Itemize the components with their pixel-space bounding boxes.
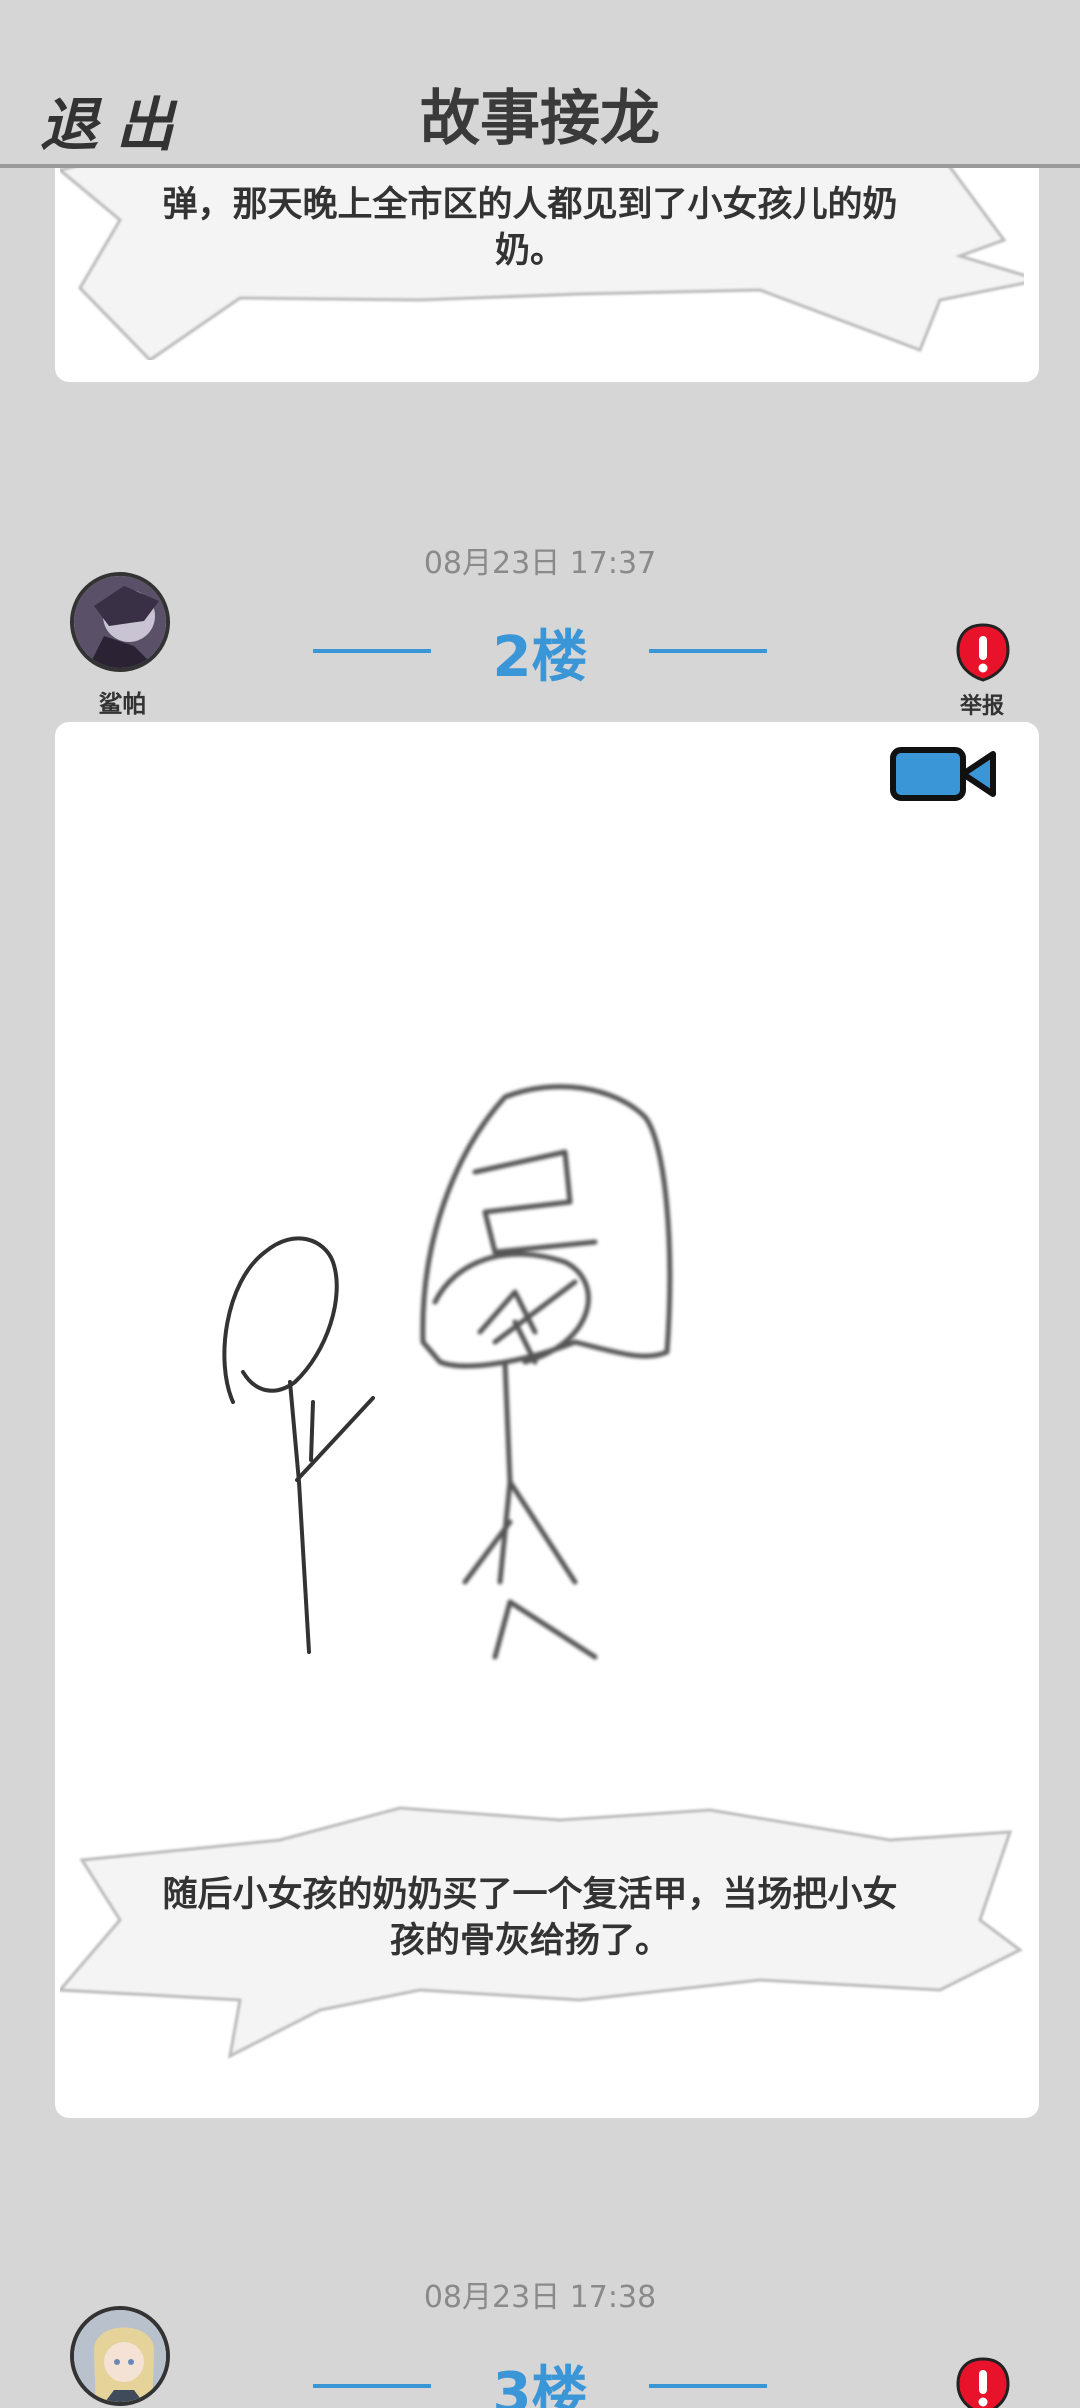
- post-time-2: 08月23日 17:37: [423, 546, 657, 581]
- floor-label-3: 3楼: [492, 2361, 588, 2408]
- floor-line-right-3: [649, 2384, 767, 2388]
- top-bar: 退出 故事接龙: [0, 0, 1080, 168]
- floor-label-2: 2楼: [492, 625, 588, 690]
- speech-bubble-2: 随后小女孩的奶奶买了一个复活甲，当场把小女孩的骨灰给扬了。: [60, 1800, 1024, 2060]
- floor-line-right: [649, 649, 767, 653]
- story-text-2: 随后小女孩的奶奶买了一个复活甲，当场把小女孩的骨灰给扬了。: [162, 1875, 898, 1961]
- report-label[interactable]: 举报: [940, 688, 1024, 720]
- post-time-3: 08月23日 17:38: [423, 2280, 657, 2315]
- report-icon[interactable]: [956, 622, 1010, 682]
- story-text-1: 弹，那天晚上全市区的人都见到了小女孩儿的奶奶。: [162, 185, 898, 271]
- report-icon-3[interactable]: [956, 2356, 1010, 2408]
- hand-drawing: [222, 1084, 673, 1660]
- speech-bubble-1: 弹，那天晚上全市区的人都见到了小女孩儿的奶奶。: [60, 150, 1024, 360]
- page-title: 故事接龙: [420, 84, 660, 154]
